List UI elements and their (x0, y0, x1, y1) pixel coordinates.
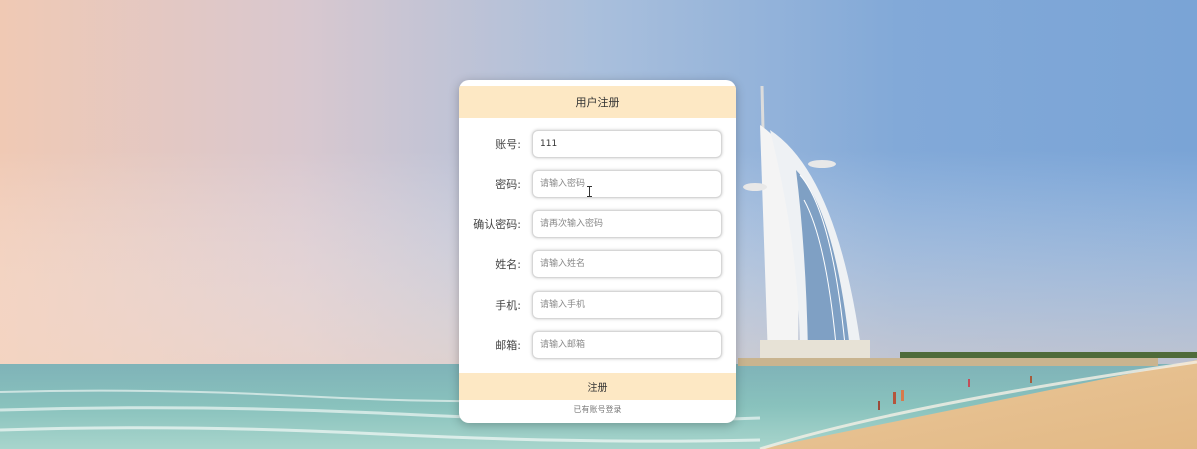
field-row-phone: 手机: (459, 291, 736, 321)
password-input[interactable] (532, 170, 722, 198)
name-label: 姓名: (495, 258, 521, 271)
register-button[interactable]: 注册 (459, 373, 736, 400)
account-label: 账号: (495, 138, 521, 151)
confirm-password-label: 确认密码: (473, 218, 521, 231)
field-row-email: 邮箱: (459, 331, 736, 361)
field-row-password: 密码: (459, 170, 736, 200)
email-label: 邮箱: (495, 339, 521, 352)
confirm-password-input[interactable] (532, 210, 722, 238)
card-title: 用户注册 (459, 86, 736, 118)
email-input[interactable] (532, 331, 722, 359)
field-row-confirm-password: 确认密码: (459, 210, 736, 240)
field-row-account: 账号: (459, 130, 736, 160)
text-cursor-icon (587, 186, 592, 197)
password-label: 密码: (495, 178, 521, 191)
phone-label: 手机: (495, 299, 521, 312)
login-link[interactable]: 已有账号登录 (459, 404, 736, 415)
account-input[interactable] (532, 130, 722, 158)
register-card: 用户注册 账号: 密码: 确认密码: 姓名: 手机: 邮箱: 注册 已有账号登录 (459, 80, 736, 423)
name-input[interactable] (532, 250, 722, 278)
field-row-name: 姓名: (459, 250, 736, 280)
phone-input[interactable] (532, 291, 722, 319)
